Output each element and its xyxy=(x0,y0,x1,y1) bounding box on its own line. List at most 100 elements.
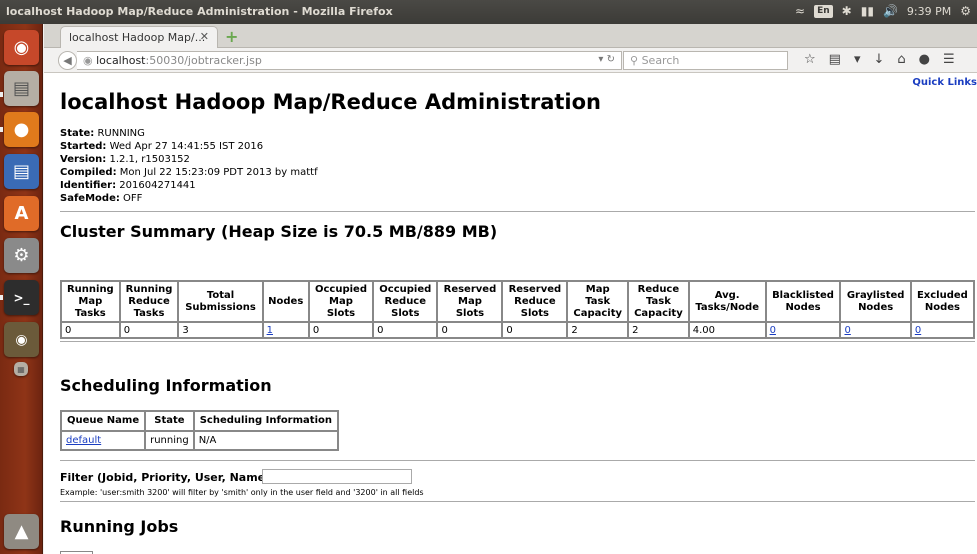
table-cell: 0 xyxy=(373,322,438,338)
status-label: Identifier: xyxy=(60,180,117,191)
bluetooth-icon[interactable]: ✱ xyxy=(842,4,852,18)
status-value: Mon Jul 22 15:23:09 PDT 2013 by mattf xyxy=(116,167,318,178)
cell-link[interactable]: 1 xyxy=(267,325,273,336)
clock[interactable]: 9:39 PM xyxy=(907,5,951,18)
filter-input[interactable] xyxy=(262,469,412,484)
running-indicator xyxy=(0,295,3,300)
scheduling-info-heading: Scheduling Information xyxy=(60,376,272,395)
divider xyxy=(60,211,975,212)
status-value: Wed Apr 27 14:41:55 IST 2016 xyxy=(106,141,264,152)
volume-icon[interactable]: 🔊 xyxy=(883,4,898,18)
menu-icon[interactable]: ☰ xyxy=(943,52,955,67)
scheduling-table: Queue Name State Scheduling Information de… xyxy=(60,410,339,451)
cluster-summary-table: Running Map Tasks Running Reduce Tasks Total Su… xyxy=(60,280,975,339)
toolbar-icons: ☆ ▤ ▾ ↓ ⌂ ● ☰ xyxy=(804,52,955,67)
tab-jobtracker[interactable]: localhost Hadoop Map/... ✕ xyxy=(60,26,218,48)
status-line: Version: 1.2.1, r1503152 xyxy=(60,153,318,166)
ubuntu-dash-icon[interactable]: ◉ xyxy=(4,30,39,65)
software-center-icon[interactable]: A xyxy=(4,196,39,231)
column-header: Running Map Tasks xyxy=(61,281,120,322)
terminal-icon[interactable]: >_ xyxy=(4,280,39,315)
table-header-row: Running Map Tasks Running Reduce Tasks Total Su… xyxy=(61,281,974,322)
trash-icon[interactable]: ▲ xyxy=(4,514,39,549)
navigation-bar: ◀ ◉ localhost:50030/jobtracker.jsp ▾ ↻ ⚲… xyxy=(44,48,977,73)
status-line: Started: Wed Apr 27 14:41:55 IST 2016 xyxy=(60,140,318,153)
tab-strip: localhost Hadoop Map/... ✕ + xyxy=(44,24,977,48)
firefox-icon[interactable]: ● xyxy=(4,112,39,147)
cell-link[interactable]: 0 xyxy=(844,325,850,336)
table-cell: 3 xyxy=(178,322,263,338)
settings-icon[interactable]: ⚙ xyxy=(4,238,39,273)
filter-help-text: Example: 'user:smith 3200' will filter b… xyxy=(60,488,424,497)
back-button[interactable]: ◀ xyxy=(58,51,77,70)
search-icon: ⚲ xyxy=(630,54,639,67)
table-cell: 0 xyxy=(840,322,911,338)
column-header: Running Reduce Tasks xyxy=(119,281,179,322)
column-header: Blacklisted Nodes xyxy=(765,281,841,322)
table-cell: 1 xyxy=(262,322,309,338)
desktop-screen: localhost Hadoop Map/Reduce Administrati… xyxy=(0,0,977,554)
page-title: localhost Hadoop Map/Reduce Administrati… xyxy=(60,90,602,114)
bookmarks-list-icon[interactable]: ▤ xyxy=(829,52,841,67)
queue-link[interactable]: default xyxy=(66,435,101,446)
download-icon[interactable]: ↓ xyxy=(873,52,884,67)
url-path: :50030/jobtracker.jsp xyxy=(145,54,262,67)
reload-icon[interactable]: ▾ ↻ xyxy=(598,54,615,65)
column-header: Map Task Capacity xyxy=(567,281,629,322)
quick-links-link[interactable]: Quick Links xyxy=(912,77,977,88)
files-icon[interactable]: ▤ xyxy=(4,71,39,106)
status-line: State: RUNNING xyxy=(60,127,318,140)
page-content: Quick Links localhost Hadoop Map/Reduce … xyxy=(44,74,977,554)
running-indicator xyxy=(0,127,3,132)
wifi-icon[interactable]: ≈ xyxy=(795,4,805,18)
cell-link[interactable]: 0 xyxy=(915,325,921,336)
status-info: State: RUNNING Started: Wed Apr 27 14:41:… xyxy=(60,127,318,205)
table-cell: N/A xyxy=(193,431,338,450)
status-value: 201604271441 xyxy=(116,180,196,191)
home-icon[interactable]: ⌂ xyxy=(897,52,905,67)
table-cell: 2 xyxy=(567,322,629,338)
browser-window: localhost Hadoop Map/... ✕ + ◀ ◉ localho… xyxy=(44,24,977,554)
divider xyxy=(60,460,975,461)
status-label: SafeMode: xyxy=(60,193,120,204)
search-input[interactable]: ⚲ Search xyxy=(623,51,788,70)
table-cell: running xyxy=(145,431,194,450)
status-label: Started: xyxy=(60,141,107,152)
keyboard-layout-indicator[interactable]: En xyxy=(814,4,833,18)
filter-label: Filter (Jobid, Priority, User, Name) xyxy=(60,471,271,484)
status-label: Compiled: xyxy=(60,167,117,178)
bookmark-star-icon[interactable]: ☆ xyxy=(804,52,816,67)
table-cell: default xyxy=(61,431,146,450)
system-tray: ≈ En ✱ ▮▮ 🔊 9:39 PM ⚙ xyxy=(795,4,971,18)
column-header: Queue Name xyxy=(61,411,146,431)
table-cell: 2 xyxy=(628,322,689,338)
divider xyxy=(60,501,975,502)
window-title: localhost Hadoop Map/Reduce Administrati… xyxy=(6,5,393,18)
search-placeholder: Search xyxy=(641,54,680,67)
chat-icon[interactable]: ● xyxy=(919,52,930,67)
column-header: Occupied Reduce Slots xyxy=(373,281,438,322)
column-header: Reserved Reduce Slots xyxy=(502,281,568,322)
gear-icon[interactable]: ⚙ xyxy=(960,4,971,18)
column-header: Occupied Map Slots xyxy=(308,281,374,322)
close-icon[interactable]: ✕ xyxy=(200,30,209,43)
writer-icon[interactable]: ▤ xyxy=(4,154,39,189)
cluster-summary-heading: Cluster Summary (Heap Size is 70.5 MB/88… xyxy=(60,222,498,241)
status-value: OFF xyxy=(119,193,143,204)
pocket-icon[interactable]: ▾ xyxy=(854,52,861,67)
running-indicator xyxy=(0,92,3,97)
globe-icon: ◉ xyxy=(83,54,93,67)
status-line: SafeMode: OFF xyxy=(60,192,318,205)
status-value: RUNNING xyxy=(94,128,145,139)
cell-link[interactable]: 0 xyxy=(770,325,776,336)
workspace-icon[interactable]: ▦ xyxy=(14,362,28,376)
ide-icon[interactable]: ◉ xyxy=(4,322,39,357)
column-header: State xyxy=(145,411,194,431)
url-bar[interactable]: ◉ localhost:50030/jobtracker.jsp ▾ ↻ xyxy=(77,51,622,70)
divider xyxy=(60,341,975,342)
table-row: 0 0 3 1 0 0 0 0 2 2 4.00 0 0 0 xyxy=(61,322,974,338)
battery-icon[interactable]: ▮▮ xyxy=(861,4,874,18)
new-tab-icon[interactable]: + xyxy=(225,27,238,46)
launcher: ◉ ▤ ● ▤ A ⚙ >_ ◉ ▦ ▲ xyxy=(0,24,43,554)
status-value: 1.2.1, r1503152 xyxy=(106,154,190,165)
